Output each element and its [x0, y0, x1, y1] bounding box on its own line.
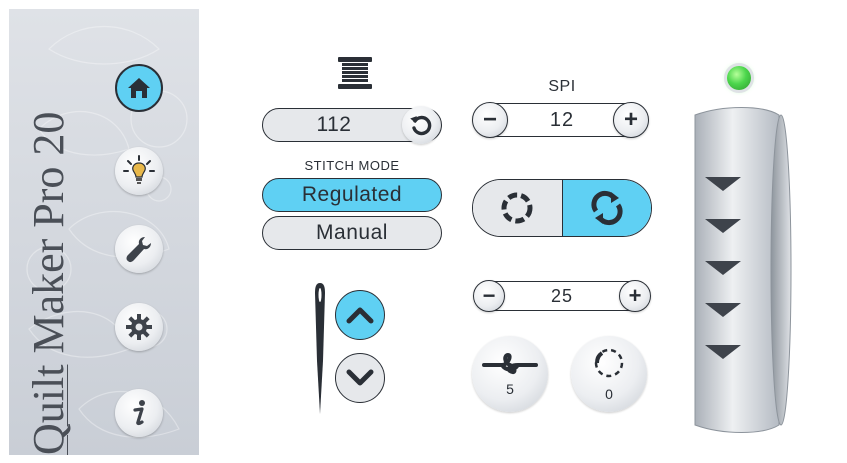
- needle-icon: [315, 283, 325, 414]
- continuous-cycle-option[interactable]: [562, 180, 651, 236]
- spi-value: 12: [549, 108, 575, 131]
- nav-settings-button[interactable]: [115, 303, 163, 351]
- lightbulb-icon: [123, 155, 155, 184]
- chevron-down-icon: [346, 369, 374, 386]
- needle-down-button[interactable]: [335, 353, 385, 403]
- nav-info-button[interactable]: [115, 389, 163, 437]
- brand-word-rest: Maker Pro 20: [24, 111, 73, 365]
- nav-home-button[interactable]: [115, 64, 163, 112]
- bobbin-reset-button[interactable]: [402, 106, 440, 144]
- needle-up-button[interactable]: [335, 290, 385, 340]
- home-icon: [128, 78, 150, 98]
- cycle-mode-toggle: [472, 179, 652, 237]
- reset-icon: [410, 115, 432, 136]
- minus-icon: −: [482, 106, 497, 133]
- nav-service-button[interactable]: [115, 225, 163, 273]
- dashed-circle-icon: [594, 348, 624, 378]
- nav-tips-button[interactable]: [115, 147, 163, 195]
- minus-icon: −: [482, 283, 496, 308]
- app-frame: Quilt Maker Pro 20 112 STITCH MODE Regul…: [9, 9, 838, 455]
- dashed-ring-icon: [501, 192, 533, 224]
- secondary-decrease-button[interactable]: −: [473, 280, 505, 312]
- knot-icon: [482, 352, 538, 375]
- secondary-value-display: 25: [489, 281, 635, 311]
- gear-icon: [126, 314, 152, 340]
- plus-icon: +: [623, 106, 638, 133]
- spi-decrease-button[interactable]: −: [472, 102, 508, 138]
- knot-counter-button[interactable]: 5: [472, 336, 548, 412]
- bobbin-counter-value: 112: [316, 113, 352, 136]
- cycle-counter-button[interactable]: 0: [571, 336, 647, 412]
- spi-label: SPI: [548, 78, 576, 95]
- refresh-cycle-icon: [591, 190, 623, 226]
- spi-increase-button[interactable]: +: [613, 102, 649, 138]
- sidebar: Quilt Maker Pro 20: [9, 9, 199, 455]
- secondary-value: 25: [550, 285, 574, 306]
- thread-spool-icon: [338, 57, 372, 89]
- single-cycle-option[interactable]: [473, 180, 563, 236]
- manual-label: Manual: [316, 221, 388, 244]
- stitch-mode-manual-option[interactable]: Manual: [262, 216, 442, 250]
- regulated-label: Regulated: [301, 183, 403, 206]
- stitch-mode-regulated-option[interactable]: Regulated: [262, 178, 442, 212]
- secondary-increase-button[interactable]: +: [619, 280, 651, 312]
- status-led: [727, 66, 751, 90]
- stitch-mode-label: STITCH MODE: [304, 158, 400, 173]
- chevron-up-icon: [346, 307, 374, 324]
- wrench-icon: [126, 237, 151, 263]
- info-icon: [133, 400, 145, 426]
- speed-wheel-dial[interactable]: [693, 107, 793, 433]
- brand-title: Quilt Maker Pro 20: [24, 35, 74, 455]
- knot-count: 5: [506, 381, 514, 397]
- plus-icon: +: [628, 283, 642, 308]
- brand-word-quilt: Quilt: [24, 364, 73, 455]
- cycle-count: 0: [605, 386, 613, 402]
